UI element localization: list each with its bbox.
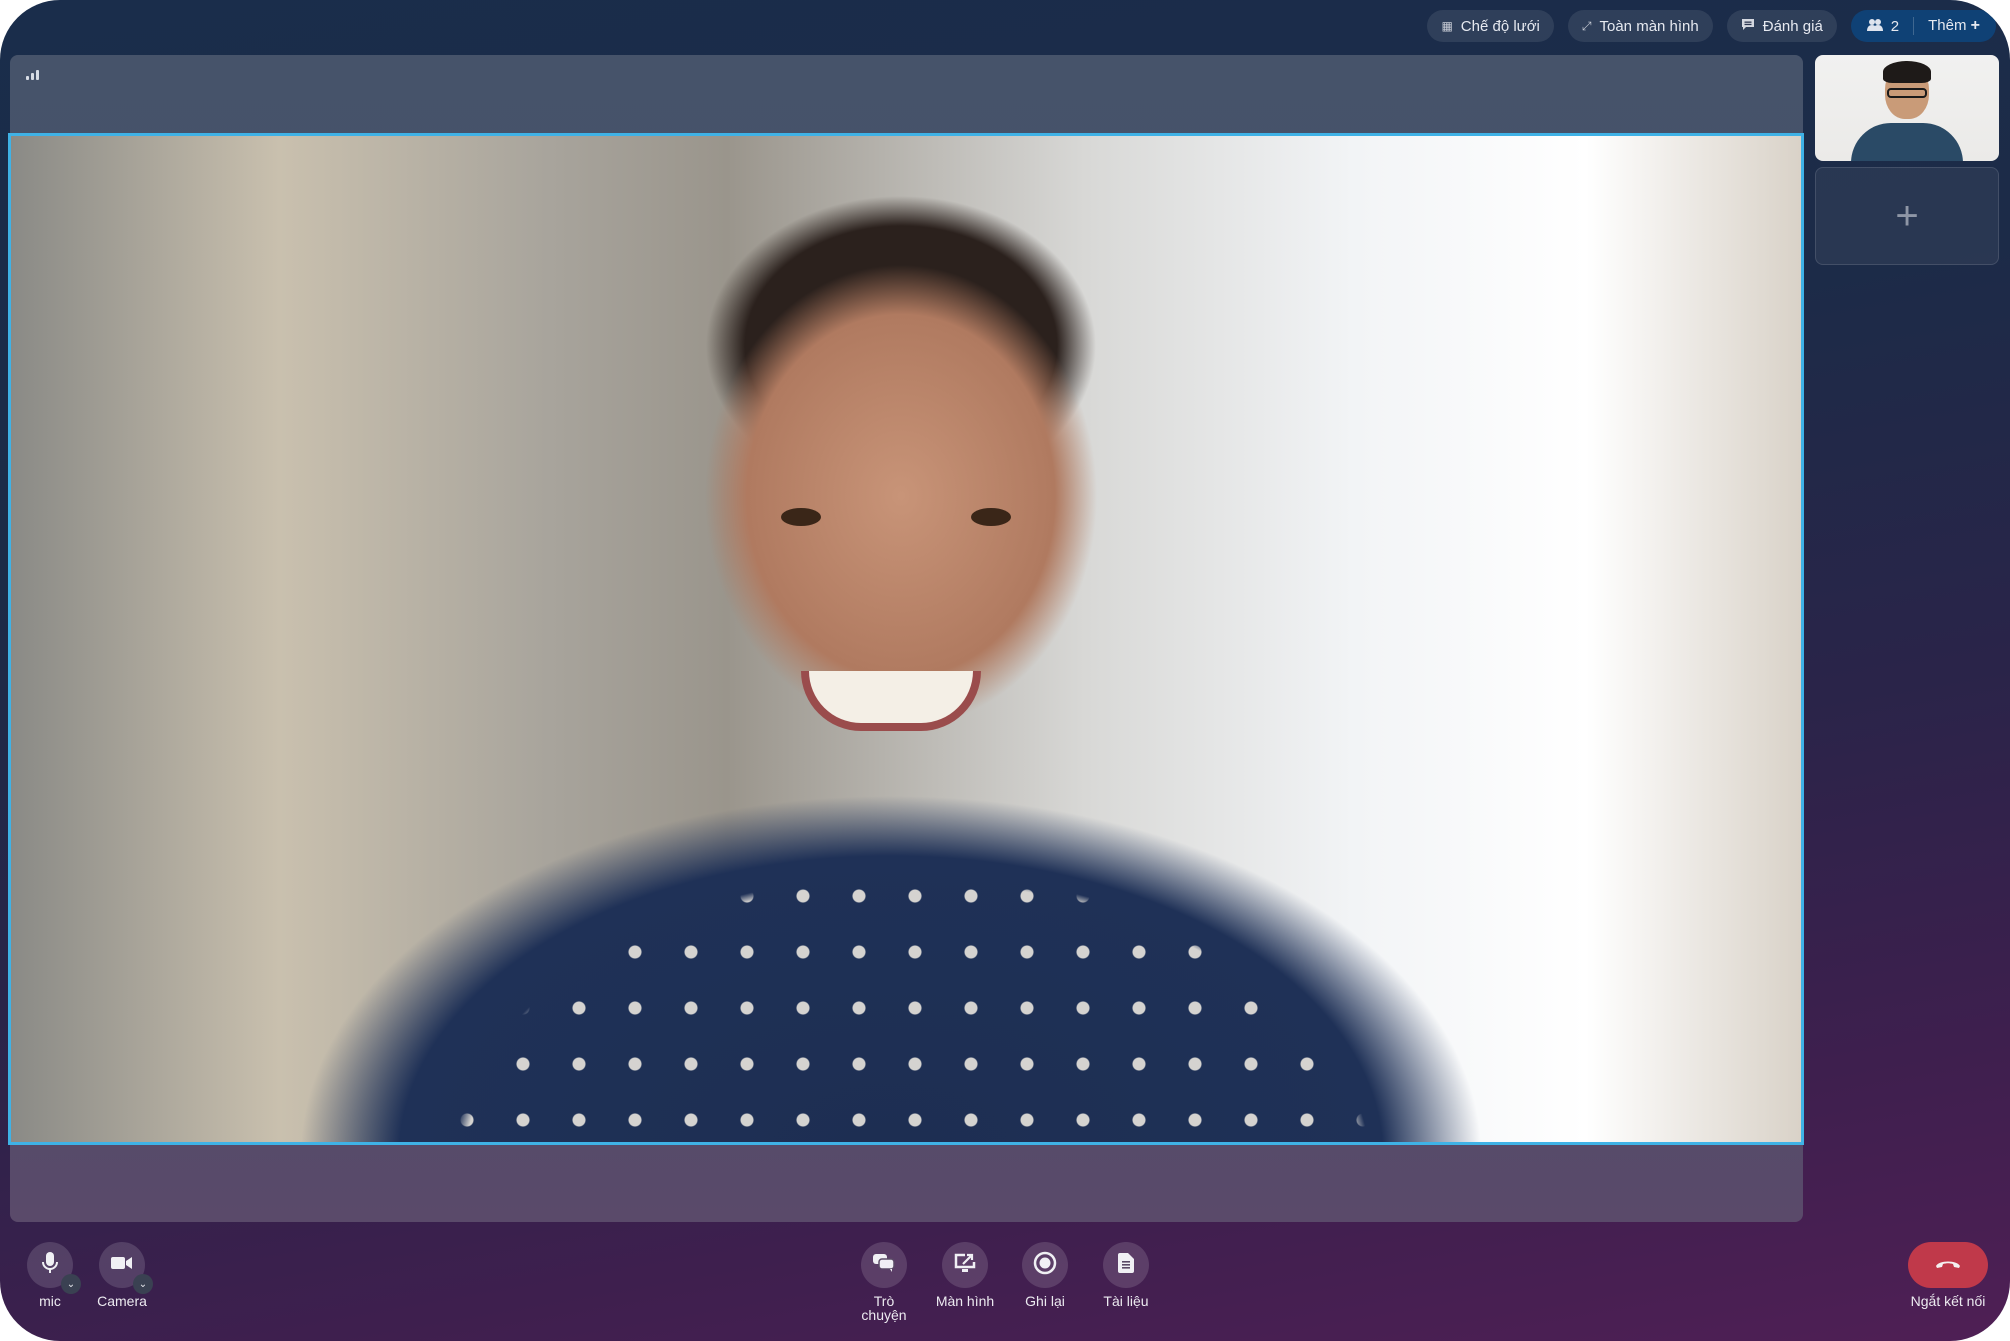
video-call-app: ▦ Chế độ lưới ⤢ Toàn màn hình Đánh giá 2… bbox=[0, 0, 2010, 1341]
record-icon bbox=[1033, 1251, 1057, 1280]
signal-strength-icon bbox=[26, 70, 39, 80]
documents-control[interactable]: Tài liệu bbox=[1086, 1242, 1166, 1308]
record-control[interactable]: Ghi lại bbox=[1005, 1242, 1085, 1308]
fullscreen-label: Toàn màn hình bbox=[1599, 17, 1699, 35]
grid-mode-button[interactable]: ▦ Chế độ lưới bbox=[1427, 10, 1554, 42]
plus-icon: + bbox=[1895, 193, 1919, 238]
video-camera-icon bbox=[111, 1256, 133, 1275]
hang-up-control[interactable]: Ngắt kết nối bbox=[1898, 1242, 1998, 1308]
plus-icon: + bbox=[1970, 17, 1980, 34]
microphone-icon bbox=[42, 1251, 58, 1279]
hang-up-icon bbox=[1935, 1256, 1961, 1274]
screen-share-button[interactable] bbox=[942, 1242, 988, 1288]
mic-label: mic bbox=[39, 1293, 61, 1309]
participant-count[interactable]: 2 bbox=[1891, 18, 1899, 35]
camera-button[interactable]: ⌄ bbox=[99, 1242, 153, 1294]
mic-control[interactable]: ⌄ mic bbox=[10, 1242, 90, 1308]
thumb-detail bbox=[1851, 123, 1963, 161]
screen-share-label: Màn hình bbox=[935, 1293, 995, 1309]
participants-sidebar: + bbox=[1815, 55, 1999, 265]
documents-label: Tài liệu bbox=[1103, 1293, 1149, 1309]
add-participant-label: Thêm bbox=[1928, 17, 1967, 34]
chat-icon bbox=[873, 1253, 895, 1277]
review-button[interactable]: Đánh giá bbox=[1726, 10, 1837, 42]
documents-button[interactable] bbox=[1103, 1242, 1149, 1288]
video-detail bbox=[781, 508, 821, 526]
main-video-feed[interactable] bbox=[8, 133, 1804, 1145]
expand-icon: ⤢ bbox=[1581, 18, 1592, 33]
people-icon[interactable] bbox=[1866, 18, 1883, 34]
participants-pill: 2 Thêm + bbox=[1850, 10, 1996, 42]
divider bbox=[1913, 17, 1915, 35]
thumb-detail bbox=[1883, 61, 1931, 83]
camera-options-chevron-down-icon[interactable]: ⌄ bbox=[133, 1274, 153, 1294]
video-detail bbox=[801, 671, 981, 731]
comment-icon bbox=[1741, 18, 1755, 34]
review-label: Đánh giá bbox=[1762, 17, 1823, 35]
grid-mode-label: Chế độ lưới bbox=[1460, 17, 1540, 35]
camera-control[interactable]: ⌄ Camera bbox=[82, 1242, 162, 1308]
document-icon bbox=[1118, 1252, 1134, 1278]
add-participant-button[interactable]: Thêm + bbox=[1928, 17, 1980, 35]
fullscreen-button[interactable]: ⤢ Toàn màn hình bbox=[1567, 10, 1713, 42]
mic-button[interactable]: ⌄ bbox=[27, 1242, 81, 1294]
add-video-tile[interactable]: + bbox=[1815, 167, 1999, 265]
chat-button[interactable] bbox=[861, 1242, 907, 1288]
grid-icon: ▦ bbox=[1441, 19, 1453, 33]
mic-options-chevron-down-icon[interactable]: ⌄ bbox=[61, 1274, 81, 1294]
screen-share-control[interactable]: Màn hình bbox=[925, 1242, 1005, 1308]
chat-control[interactable]: Trò chuyện bbox=[844, 1242, 924, 1322]
record-label: Ghi lại bbox=[1025, 1293, 1065, 1309]
hang-up-button[interactable] bbox=[1908, 1242, 1988, 1288]
record-button[interactable] bbox=[1022, 1242, 1068, 1288]
thumb-detail bbox=[1887, 88, 1927, 98]
video-detail bbox=[971, 508, 1011, 526]
chat-label: Trò chuyện bbox=[861, 1293, 907, 1323]
hang-up-label: Ngắt kết nối bbox=[1910, 1293, 1986, 1309]
top-toolbar: ▦ Chế độ lưới ⤢ Toàn màn hình Đánh giá 2… bbox=[1427, 10, 1996, 42]
camera-label: Camera bbox=[97, 1293, 147, 1309]
shirt-pattern bbox=[271, 756, 1551, 1142]
participant-thumbnail[interactable] bbox=[1815, 55, 1999, 161]
screen-share-icon bbox=[954, 1253, 976, 1278]
